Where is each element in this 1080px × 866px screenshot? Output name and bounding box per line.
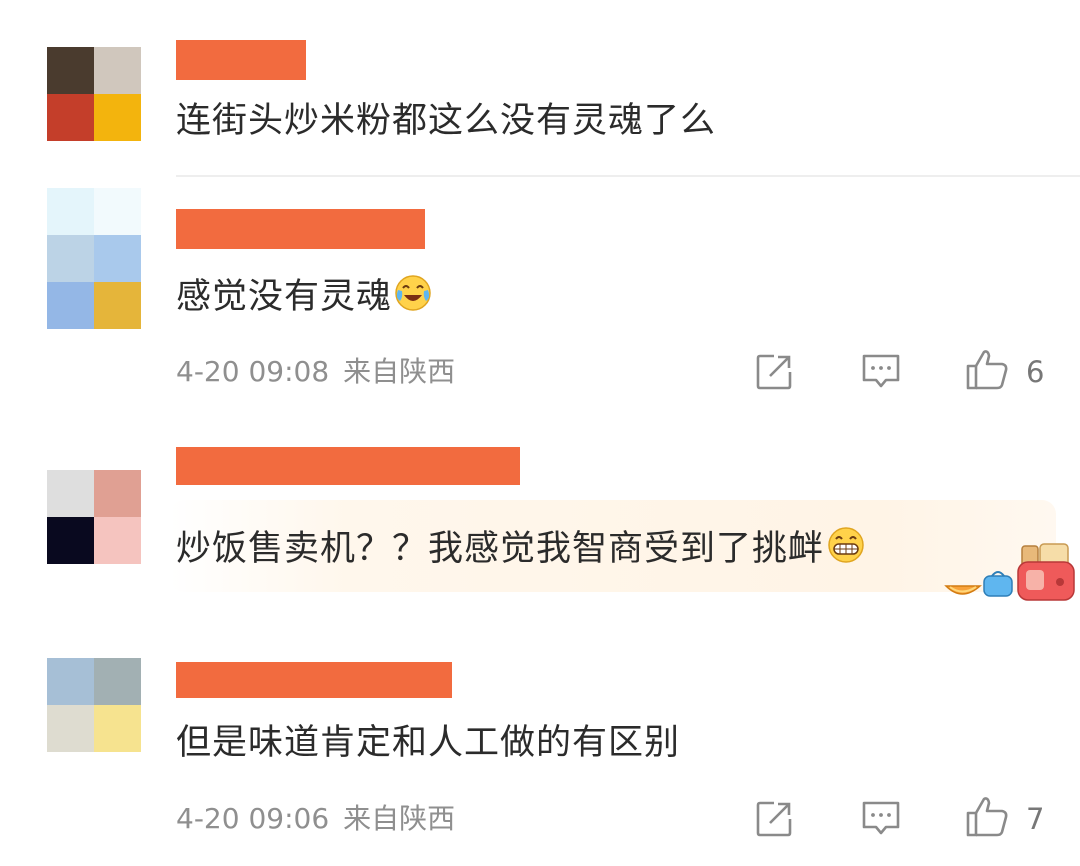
share-icon[interactable] bbox=[754, 799, 794, 843]
timestamp: 4-20 09:06 bbox=[176, 802, 330, 835]
avatar[interactable] bbox=[47, 47, 141, 141]
like-count: 7 bbox=[1026, 802, 1045, 836]
comment-meta: 4-20 09:08 来自陕西 bbox=[176, 355, 455, 389]
like-icon[interactable] bbox=[964, 348, 1010, 396]
share-icon[interactable] bbox=[754, 352, 794, 396]
comment-meta: 4-20 09:06 来自陕西 bbox=[176, 802, 455, 836]
avatar[interactable] bbox=[47, 188, 141, 329]
avatar[interactable] bbox=[47, 470, 141, 564]
comment-icon[interactable] bbox=[860, 799, 902, 843]
like-icon[interactable] bbox=[964, 795, 1010, 843]
like-count: 6 bbox=[1026, 355, 1045, 389]
comment-text: 连街头炒米粉都这么没有灵魂了么 bbox=[176, 101, 717, 141]
redacted-username bbox=[176, 662, 452, 698]
toaster-sticker-icon bbox=[944, 540, 1076, 608]
redacted-username bbox=[176, 40, 306, 80]
comment-text: 但是味道肯定和人工做的有区别 bbox=[176, 723, 681, 763]
avatar[interactable] bbox=[47, 658, 141, 752]
redacted-username bbox=[176, 447, 520, 485]
location-source: 来自陕西 bbox=[343, 355, 456, 388]
comment-body: 感觉没有灵魂 bbox=[176, 277, 393, 317]
divider bbox=[176, 175, 1080, 177]
timestamp: 4-20 09:08 bbox=[176, 355, 330, 388]
laughing-crying-emoji-icon bbox=[394, 274, 432, 322]
comment-icon[interactable] bbox=[860, 352, 902, 396]
location-source: 来自陕西 bbox=[343, 802, 456, 835]
comment-text: 炒饭售卖机？？我感觉我智商受到了挑衅 bbox=[176, 526, 866, 574]
comment-body: 炒饭售卖机？？我感觉我智商受到了挑衅 bbox=[176, 529, 825, 569]
comment-text: 感觉没有灵魂 bbox=[176, 274, 432, 322]
grinning-emoji-icon bbox=[826, 526, 866, 574]
redacted-username bbox=[176, 209, 425, 249]
